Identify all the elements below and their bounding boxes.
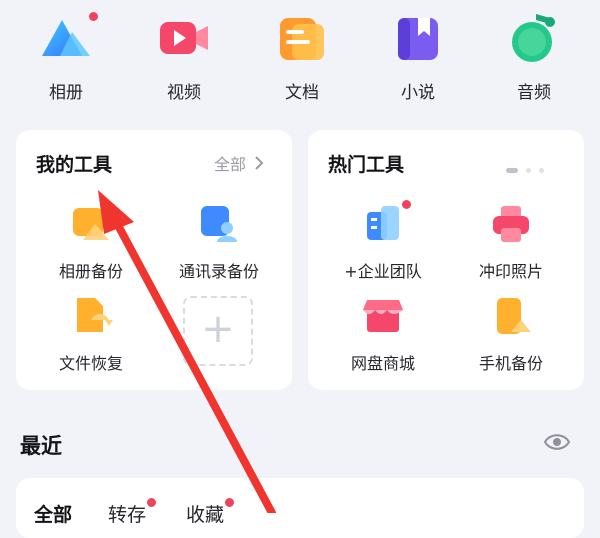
category-audio[interactable]: 音频 bbox=[494, 10, 574, 103]
my-tools-all-link[interactable]: 全部 bbox=[214, 151, 264, 175]
tool-phone-backup[interactable]: 手机备份 bbox=[446, 294, 576, 374]
tab-label: 收藏 bbox=[186, 504, 225, 526]
recent-tabs-card: 全部 转存 收藏 bbox=[16, 478, 584, 538]
audio-icon bbox=[506, 10, 562, 66]
all-label: 全部 bbox=[214, 155, 247, 174]
category-novel[interactable]: 小说 bbox=[378, 10, 458, 103]
album-badge bbox=[89, 12, 98, 21]
tool-file-recovery[interactable]: 文件恢复 bbox=[26, 294, 156, 374]
tool-label: 文件恢复 bbox=[58, 354, 123, 373]
tab-transfer[interactable]: 转存 bbox=[108, 498, 157, 527]
chevron-right-icon bbox=[255, 155, 264, 174]
tool-label: 冲印照片 bbox=[478, 262, 543, 281]
novel-icon bbox=[390, 10, 446, 66]
recent-title: 最近 bbox=[20, 434, 62, 458]
enterprise-team-icon bbox=[361, 200, 411, 246]
tool-print-photo[interactable]: 冲印照片 bbox=[446, 202, 576, 282]
category-document[interactable]: 文档 bbox=[262, 10, 342, 103]
transfer-badge bbox=[147, 498, 157, 507]
tool-album-backup[interactable]: 相册备份 bbox=[26, 202, 156, 282]
tab-favorites[interactable]: 收藏 bbox=[186, 498, 235, 527]
tool-label: 相册备份 bbox=[58, 262, 123, 281]
pager-indicator bbox=[506, 158, 545, 177]
print-photo-icon bbox=[489, 202, 533, 246]
hot-tools-card: 热门工具 +企业团队 冲印照片 网盘商城 手机备份 bbox=[308, 130, 584, 390]
phone-backup-icon bbox=[489, 294, 533, 338]
tool-enterprise-team[interactable]: +企业团队 bbox=[318, 200, 448, 282]
category-row: 相册 视频 文档 小说 音频 bbox=[0, 0, 600, 120]
category-label: 文档 bbox=[285, 83, 319, 103]
album-backup-icon bbox=[69, 202, 113, 246]
category-album[interactable]: 相册 bbox=[26, 10, 106, 103]
eye-icon[interactable] bbox=[543, 432, 571, 456]
store-icon bbox=[361, 294, 405, 338]
tab-all[interactable]: 全部 bbox=[34, 500, 72, 527]
tool-store[interactable]: 网盘商城 bbox=[318, 294, 448, 374]
tool-contacts-backup[interactable]: 通讯录备份 bbox=[154, 202, 284, 282]
tool-label: 网盘商城 bbox=[350, 354, 415, 373]
document-icon bbox=[274, 10, 330, 66]
contacts-backup-icon bbox=[197, 202, 241, 246]
tool-label: 手机备份 bbox=[478, 354, 543, 373]
hot-tools-title: 热门工具 bbox=[328, 154, 405, 176]
enterprise-team-badge bbox=[402, 200, 411, 209]
category-label: 相册 bbox=[49, 83, 83, 103]
tool-label: +企业团队 bbox=[344, 262, 422, 281]
plus-icon: + bbox=[201, 306, 235, 352]
category-label: 小说 bbox=[401, 83, 435, 103]
tool-label: 通讯录备份 bbox=[178, 262, 259, 281]
album-icon bbox=[38, 10, 98, 66]
tab-label: 转存 bbox=[108, 504, 147, 526]
category-video[interactable]: 视频 bbox=[144, 10, 224, 103]
file-recovery-icon bbox=[69, 294, 113, 338]
my-tools-card: 我的工具 全部 相册备份 通讯录备份 文件恢复 + bbox=[16, 130, 292, 390]
video-icon bbox=[156, 10, 212, 66]
add-tool-button[interactable]: + bbox=[183, 296, 253, 366]
my-tools-title: 我的工具 bbox=[36, 154, 113, 176]
category-label: 视频 bbox=[167, 83, 201, 103]
category-label: 音频 bbox=[517, 83, 551, 103]
favorites-badge bbox=[225, 498, 235, 507]
